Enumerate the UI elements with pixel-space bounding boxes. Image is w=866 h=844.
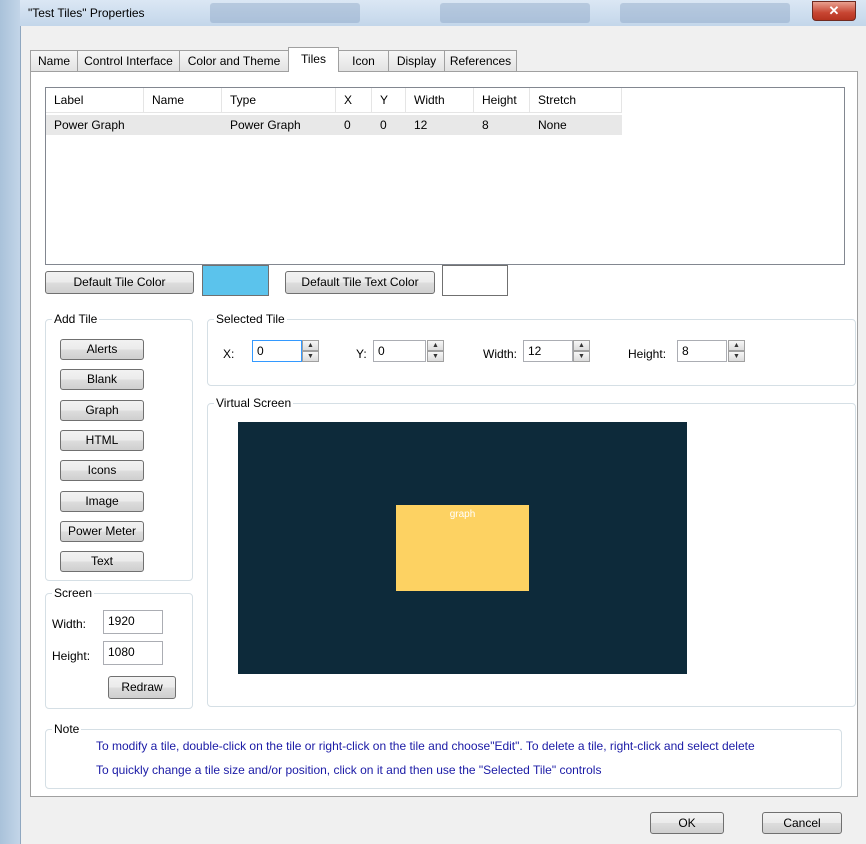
screen-group: Screen Width: 1920 Height: 1080 Redraw xyxy=(45,586,193,709)
close-icon: ✕ xyxy=(828,3,840,18)
tab-control-interface[interactable]: Control Interface xyxy=(77,50,180,71)
selected-y-spinner[interactable]: ▲ ▼ xyxy=(427,340,444,362)
column-header-label[interactable]: Label xyxy=(46,88,144,112)
add-image-button[interactable]: Image xyxy=(60,491,144,512)
screen-height-label: Height: xyxy=(52,649,91,663)
add-tile-group: Add Tile Alerts Blank Graph HTML Icons I… xyxy=(45,312,193,581)
default-tile-text-color-button[interactable]: Default Tile Text Color xyxy=(285,271,435,294)
add-text-button[interactable]: Text xyxy=(60,551,144,572)
background-blur xyxy=(440,3,590,23)
ok-button[interactable]: OK xyxy=(650,812,724,834)
selected-width-input[interactable]: 12 xyxy=(523,340,573,362)
column-header-y[interactable]: Y xyxy=(372,88,406,112)
window-title: "Test Tiles" Properties xyxy=(28,6,145,20)
selected-width-label: Width: xyxy=(483,347,518,361)
add-power-meter-button[interactable]: Power Meter xyxy=(60,521,144,542)
tab-references[interactable]: References xyxy=(444,50,517,71)
add-blank-button[interactable]: Blank xyxy=(60,369,144,390)
cancel-button[interactable]: Cancel xyxy=(762,812,842,834)
virtual-screen-canvas[interactable]: graph xyxy=(238,422,687,674)
virtual-screen-title: Virtual Screen xyxy=(214,396,294,410)
selected-tile-group: Selected Tile X: 0 ▲ ▼ Y: 0 ▲ ▼ Width: 1… xyxy=(207,312,856,386)
selected-height-input[interactable]: 8 xyxy=(677,340,727,362)
cell-height: 8 xyxy=(482,118,489,132)
column-header-height[interactable]: Height xyxy=(474,88,530,112)
close-button[interactable]: ✕ xyxy=(812,1,856,21)
cell-y: 0 xyxy=(380,118,387,132)
note-group: Note To modify a tile, double-click on t… xyxy=(45,722,842,789)
selected-height-spinner[interactable]: ▲ ▼ xyxy=(728,340,745,362)
tiles-list-header: Label Name Type X Y Width Height Stretch xyxy=(46,88,622,113)
tiles-tab-panel: Label Name Type X Y Width Height Stretch… xyxy=(30,71,858,797)
selected-y-input[interactable]: 0 xyxy=(373,340,426,362)
add-alerts-button[interactable]: Alerts xyxy=(60,339,144,360)
background-blur xyxy=(620,3,790,23)
cell-x: 0 xyxy=(344,118,351,132)
table-row[interactable]: Power Graph Power Graph 0 0 12 8 None xyxy=(46,115,622,135)
screen-width-label: Width: xyxy=(52,617,87,631)
properties-window: "Test Tiles" Properties ✕ Name Control I… xyxy=(0,0,866,844)
tab-display[interactable]: Display xyxy=(388,50,445,71)
tab-color-and-theme[interactable]: Color and Theme xyxy=(179,50,289,71)
cell-label: Power Graph xyxy=(54,118,125,132)
default-tile-text-color-swatch[interactable] xyxy=(442,265,508,296)
screen-height-input[interactable]: 1080 xyxy=(103,641,163,665)
add-html-button[interactable]: HTML xyxy=(60,430,144,451)
spin-up-icon[interactable]: ▲ xyxy=(573,340,590,351)
tiles-list[interactable]: Label Name Type X Y Width Height Stretch… xyxy=(45,87,845,265)
cell-type: Power Graph xyxy=(230,118,301,132)
spin-down-icon[interactable]: ▼ xyxy=(427,351,444,362)
selected-x-input[interactable]: 0 xyxy=(252,340,302,362)
window-frame-left xyxy=(0,0,20,844)
screen-width-input[interactable]: 1920 xyxy=(103,610,163,634)
add-graph-button[interactable]: Graph xyxy=(60,400,144,421)
cell-name xyxy=(144,115,222,135)
redraw-button[interactable]: Redraw xyxy=(108,676,176,699)
note-line-edit: To modify a tile, double-click on the ti… xyxy=(96,739,755,753)
virtual-tile-label: graph xyxy=(449,509,476,520)
column-header-stretch[interactable]: Stretch xyxy=(530,88,622,112)
add-tile-title: Add Tile xyxy=(52,312,100,326)
selected-width-spinner[interactable]: ▲ ▼ xyxy=(573,340,590,362)
default-tile-color-button[interactable]: Default Tile Color xyxy=(45,271,194,294)
tab-tiles[interactable]: Tiles xyxy=(288,47,339,72)
dialog-body: Name Control Interface Color and Theme T… xyxy=(20,26,866,844)
dialog-footer: OK Cancel xyxy=(21,800,866,844)
selected-y-label: Y: xyxy=(356,347,367,361)
spin-down-icon[interactable]: ▼ xyxy=(302,351,319,362)
spin-up-icon[interactable]: ▲ xyxy=(427,340,444,351)
note-title: Note xyxy=(52,722,82,736)
selected-x-label: X: xyxy=(223,347,235,361)
column-header-x[interactable]: X xyxy=(336,88,372,112)
spin-down-icon[interactable]: ▼ xyxy=(728,351,745,362)
tab-icon[interactable]: Icon xyxy=(338,50,389,71)
default-tile-color-swatch[interactable] xyxy=(202,265,269,296)
screen-title: Screen xyxy=(52,586,95,600)
background-blur xyxy=(210,3,360,23)
selected-tile-title: Selected Tile xyxy=(214,312,287,326)
spin-down-icon[interactable]: ▼ xyxy=(573,351,590,362)
column-header-width[interactable]: Width xyxy=(406,88,474,112)
spin-up-icon[interactable]: ▲ xyxy=(302,340,319,351)
add-icons-button[interactable]: Icons xyxy=(60,460,144,481)
column-header-type[interactable]: Type xyxy=(222,88,336,112)
tab-name[interactable]: Name xyxy=(30,50,78,71)
spin-up-icon[interactable]: ▲ xyxy=(728,340,745,351)
virtual-tile-graph[interactable]: graph xyxy=(396,505,529,591)
cell-stretch: None xyxy=(538,118,567,132)
selected-height-label: Height: xyxy=(628,347,667,361)
note-line-resize: To quickly change a tile size and/or pos… xyxy=(96,763,602,777)
selected-x-spinner[interactable]: ▲ ▼ xyxy=(302,340,319,362)
column-header-name[interactable]: Name xyxy=(144,88,222,112)
cell-width: 12 xyxy=(414,118,428,132)
title-bar[interactable]: "Test Tiles" Properties ✕ xyxy=(20,0,866,26)
